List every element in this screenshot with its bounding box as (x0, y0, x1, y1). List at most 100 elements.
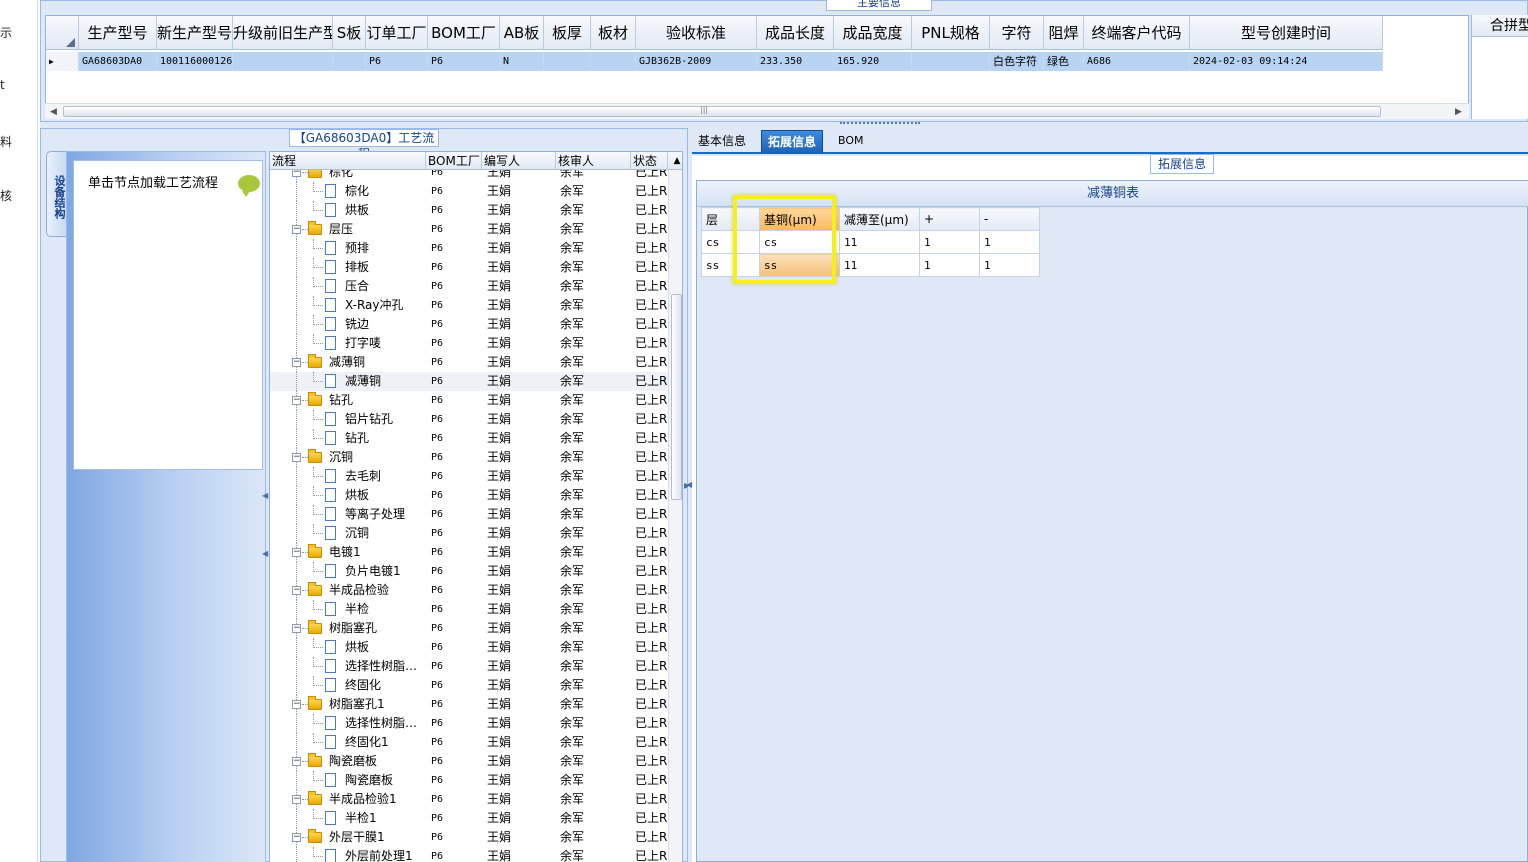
tree-cell-reviewer[interactable]: 余军 (556, 828, 631, 847)
tree-node-cell[interactable]: X-Ray冲孔 (270, 296, 426, 315)
tree-cell-writer[interactable]: 王娟 (482, 391, 556, 410)
tree-cell-reviewer[interactable]: 余军 (556, 752, 631, 771)
tree-cell-writer[interactable]: 王娟 (482, 562, 556, 581)
tree-node-cell[interactable]: 烘板 (270, 638, 426, 657)
tree-row[interactable]: 压合 P6 王娟 余军 已上R (270, 277, 668, 296)
tree-cell-status[interactable]: 已上R (631, 600, 668, 619)
tree-cell-status[interactable]: 已上R (631, 182, 668, 201)
table-row[interactable]: cs cs 11 1 1 (701, 230, 1040, 254)
tree-node-cell[interactable]: 半检1 (270, 809, 426, 828)
tree-cell-status[interactable]: 已上R (631, 828, 668, 847)
scroll-right-icon[interactable]: ▶ (1455, 107, 1462, 117)
collapse-right-panel-icon[interactable]: ◀ (686, 480, 692, 489)
tree-cell-reviewer[interactable]: 余军 (556, 790, 631, 809)
tree-node-cell[interactable]: 负片电镀1 (270, 562, 426, 581)
tree-row[interactable]: − 陶瓷磨板 P6 王娟 余军 已上R (270, 752, 668, 771)
tree-cell-bom-factory[interactable]: P6 (426, 258, 482, 277)
tree-row[interactable]: 烘板 P6 王娟 余军 已上R (270, 201, 668, 220)
tree-node-cell[interactable]: 排板 (270, 258, 426, 277)
tree-col-flow[interactable]: 流程 (270, 152, 426, 170)
collapse-node-icon[interactable]: − (292, 396, 301, 405)
cell-base-copper-selected[interactable]: ss (759, 253, 840, 277)
tree-row[interactable]: 铝片钻孔 P6 王娟 余军 已上R (270, 410, 668, 429)
tree-row[interactable]: − 钻孔 P6 王娟 余军 已上R (270, 391, 668, 410)
tree-cell-reviewer[interactable]: 余军 (556, 315, 631, 334)
tree-node-cell[interactable]: 外层前处理1 (270, 847, 426, 862)
grid-cell[interactable]: 233.350 (757, 52, 834, 71)
tree-row[interactable]: − 棕化 P6 王娟 余军 已上R (270, 170, 668, 182)
grid-col-header[interactable]: 字符 (990, 16, 1044, 50)
tree-cell-writer[interactable]: 王娟 (482, 847, 556, 862)
tree-cell-status[interactable]: 已上R (631, 448, 668, 467)
tree-cell-writer[interactable]: 王娟 (482, 600, 556, 619)
tree-cell-bom-factory[interactable]: P6 (426, 315, 482, 334)
tree-node-cell[interactable]: − 电镀1 (270, 543, 426, 562)
left-nav-item-4[interactable]: 核 (0, 187, 12, 204)
tree-node-cell[interactable]: − 树脂塞孔 (270, 619, 426, 638)
tree-cell-bom-factory[interactable]: P6 (426, 790, 482, 809)
tree-node-cell[interactable]: 烘板 (270, 486, 426, 505)
tree-cell-writer[interactable]: 王娟 (482, 315, 556, 334)
collapse-node-icon[interactable]: − (292, 833, 301, 842)
select-all-corner[interactable] (46, 16, 79, 50)
tree-cell-status[interactable]: 已上R (631, 562, 668, 581)
tree-cell-bom-factory[interactable]: P6 (426, 771, 482, 790)
grid-col-header[interactable]: 升级前旧生产型号 (233, 16, 333, 50)
tree-cell-reviewer[interactable]: 余军 (556, 182, 631, 201)
tree-node-cell[interactable]: 半检 (270, 600, 426, 619)
collapse-node-icon[interactable]: − (292, 453, 301, 462)
tree-cell-writer[interactable]: 王娟 (482, 201, 556, 220)
tab-basic-info[interactable]: 基本信息 (692, 130, 752, 154)
tree-node-cell[interactable]: 选择性树脂… (270, 657, 426, 676)
tree-cell-reviewer[interactable]: 余军 (556, 429, 631, 448)
left-nav-item-2[interactable]: t (0, 78, 5, 92)
tree-node-cell[interactable]: 等离子处理 (270, 505, 426, 524)
tree-row[interactable]: 半检 P6 王娟 余军 已上R (270, 600, 668, 619)
collapse-node-icon[interactable]: − (292, 358, 301, 367)
tree-cell-bom-factory[interactable]: P6 (426, 410, 482, 429)
tree-cell-reviewer[interactable]: 余军 (556, 809, 631, 828)
tree-cell-writer[interactable]: 王娟 (482, 353, 556, 372)
tree-cell-bom-factory[interactable]: P6 (426, 562, 482, 581)
cell-blank[interactable] (733, 253, 760, 277)
tree-node-cell[interactable]: 铝片钻孔 (270, 410, 426, 429)
tree-cell-status[interactable]: 已上R (631, 429, 668, 448)
grid-col-header[interactable]: 板材 (591, 16, 636, 50)
tree-cell-reviewer[interactable]: 余军 (556, 657, 631, 676)
tree-cell-bom-factory[interactable]: P6 (426, 657, 482, 676)
cell-plus[interactable]: 1 (919, 230, 980, 254)
tree-scroll-thumb[interactable] (671, 294, 682, 500)
tree-row[interactable]: 钻孔 P6 王娟 余军 已上R (270, 429, 668, 448)
tree-cell-reviewer[interactable]: 余军 (556, 239, 631, 258)
tree-cell-status[interactable]: 已上R (631, 239, 668, 258)
tree-row[interactable]: 烘板 P6 王娟 余军 已上R (270, 638, 668, 657)
tree-node-cell[interactable]: 预排 (270, 239, 426, 258)
tree-node-cell[interactable]: − 外层干膜1 (270, 828, 426, 847)
tree-node-cell[interactable]: 终固化1 (270, 733, 426, 752)
tree-node-cell[interactable]: 减薄铜 (270, 372, 426, 391)
tree-cell-writer[interactable]: 王娟 (482, 486, 556, 505)
tree-cell-writer[interactable]: 王娟 (482, 220, 556, 239)
tree-cell-bom-factory[interactable]: P6 (426, 828, 482, 847)
tree-cell-writer[interactable]: 王娟 (482, 334, 556, 353)
tree-cell-bom-factory[interactable]: P6 (426, 638, 482, 657)
cell-plus[interactable]: 1 (919, 253, 980, 277)
tree-cell-bom-factory[interactable]: P6 (426, 695, 482, 714)
tree-row[interactable]: X-Ray冲孔 P6 王娟 余军 已上R (270, 296, 668, 315)
tree-cell-status[interactable]: 已上R (631, 676, 668, 695)
tree-cell-status[interactable]: 已上R (631, 657, 668, 676)
col-blank[interactable] (733, 207, 760, 231)
tree-cell-reviewer[interactable]: 余军 (556, 258, 631, 277)
col-plus[interactable]: + (919, 207, 980, 231)
tree-cell-bom-factory[interactable]: P6 (426, 733, 482, 752)
collapse-node-icon[interactable]: − (292, 795, 301, 804)
tree-cell-reviewer[interactable]: 余军 (556, 170, 631, 182)
tree-cell-writer[interactable]: 王娟 (482, 733, 556, 752)
grid-col-header[interactable]: 阻焊 (1044, 16, 1084, 50)
tree-node-cell[interactable]: − 棕化 (270, 170, 426, 182)
tree-cell-status[interactable]: 已上R (631, 258, 668, 277)
tab-extended-info[interactable]: 拓展信息 (761, 130, 824, 154)
tree-cell-reviewer[interactable]: 余军 (556, 562, 631, 581)
tree-cell-reviewer[interactable]: 余军 (556, 334, 631, 353)
tree-cell-reviewer[interactable]: 余军 (556, 486, 631, 505)
